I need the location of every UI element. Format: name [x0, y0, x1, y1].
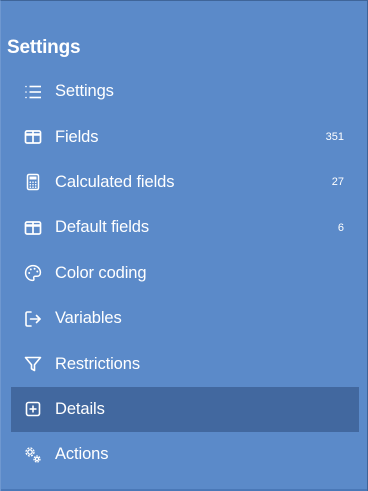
menu-item-label: Settings — [55, 82, 114, 101]
settings-menu: Settings Fields 351 Calculated fields 27… — [11, 69, 359, 478]
menu-item-details[interactable]: Details — [11, 386, 359, 433]
menu-item-label: Restrictions — [55, 354, 140, 373]
arrow-right-icon — [23, 309, 43, 329]
plus-square-icon — [23, 399, 43, 419]
calculator-icon — [23, 172, 43, 192]
menu-item-actions[interactable]: Actions — [11, 432, 359, 477]
menu-item-count: 27 — [331, 176, 344, 189]
menu-item-label: Variables — [55, 309, 122, 328]
palette-icon — [23, 263, 43, 283]
menu-item-default-fields[interactable]: Default fields 6 — [11, 205, 359, 250]
list-icon — [23, 82, 43, 102]
menu-item-label: Details — [55, 399, 105, 418]
settings-panel: Settings Settings Fields 351 Calculated … — [0, 0, 368, 491]
menu-item-color-coding[interactable]: Color coding — [11, 251, 359, 296]
menu-item-calculated-fields[interactable]: Calculated fields 27 — [11, 160, 359, 205]
menu-item-label: Color coding — [55, 263, 147, 282]
menu-item-label: Calculated fields — [55, 172, 175, 191]
menu-item-label: Default fields — [55, 218, 149, 237]
table-icon — [23, 127, 43, 147]
filter-icon — [23, 354, 43, 374]
table-icon — [23, 218, 43, 238]
menu-item-count: 6 — [337, 221, 344, 234]
menu-item-variables[interactable]: Variables — [11, 296, 359, 341]
menu-item-restrictions[interactable]: Restrictions — [11, 341, 359, 386]
menu-item-count: 351 — [325, 131, 344, 144]
page-title: Settings — [7, 37, 81, 58]
gears-icon — [23, 445, 43, 465]
menu-item-settings[interactable]: Settings — [11, 69, 359, 114]
menu-item-label: Actions — [55, 445, 109, 464]
menu-item-fields[interactable]: Fields 351 — [11, 114, 359, 159]
menu-item-label: Fields — [55, 127, 99, 146]
